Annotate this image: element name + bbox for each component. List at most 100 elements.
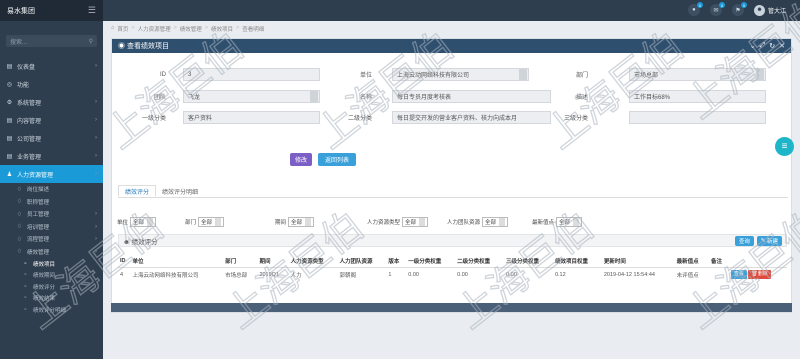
chevron-down-icon[interactable] — [756, 69, 764, 80]
sidebar-item[interactable]: ▫ 绩效期间 — [0, 270, 103, 282]
create-button[interactable]: ✎ 新建 — [756, 235, 782, 246]
sidebar-item[interactable]: ▤ 业务管理 › — [0, 147, 103, 165]
table-cell: 郭朝阁 — [339, 272, 357, 279]
refresh-icon[interactable]: ↻ — [769, 42, 775, 50]
user-menu[interactable]: ☻ 管大江 — [753, 4, 786, 16]
sidebar-item-label: 培训管理 — [27, 224, 50, 231]
filter-label: 最新值点 — [532, 220, 555, 226]
sidebar-item-label: 流程管理 — [27, 237, 50, 244]
sidebar-item[interactable]: ⚙ 系统管理 › — [0, 93, 103, 111]
sidebar-item-label: 绩效结果 — [33, 296, 56, 303]
delete-button[interactable]: 🗑删除 — [748, 270, 771, 280]
filter-select[interactable]: 全部 — [556, 217, 583, 227]
field-unit: 单位 上海云动网络科技有限公司 — [340, 68, 529, 81]
task-icon[interactable]: ⚑ 0 — [731, 2, 747, 16]
breadcrumb-item[interactable]: 绩效项目 — [211, 25, 233, 33]
edit-button[interactable]: 修改 — [290, 153, 312, 166]
chevron-down-icon[interactable] — [419, 218, 426, 226]
nav-icon: ♢ — [16, 199, 23, 206]
sidebar-item-label: 系统管理 — [17, 100, 42, 107]
sidebar-item[interactable]: ▫ 绩效结果 — [0, 293, 103, 305]
field-team: 团队 飞龙 — [120, 90, 320, 103]
cat1-field: 客户资料 — [183, 111, 320, 124]
sidebar-item[interactable]: ♢ 绩效管理 › — [0, 246, 103, 259]
back-to-list-button[interactable]: 返回列表 — [318, 153, 356, 166]
filter-select[interactable]: 全部 — [402, 217, 429, 227]
nav-icon: ♢ — [16, 249, 23, 256]
filter-select[interactable]: 全部 — [130, 217, 157, 227]
sidebar-item[interactable]: ♢ 培训管理 › — [0, 221, 103, 234]
collapse-icon[interactable]: ⌄ — [750, 42, 756, 50]
message-icon[interactable]: ✉ 0 — [709, 2, 725, 16]
nav-icon: ⚙ — [6, 99, 13, 106]
sidebar-item[interactable]: ♟ 人力资源管理 › — [0, 165, 103, 183]
nav-icon: ▫ — [24, 260, 27, 267]
filter: 单位 全部 — [117, 217, 157, 227]
sidebar-item-label: 绩效评分明细 — [33, 307, 67, 314]
sidebar-item[interactable]: ▤ 内容管理 › — [0, 111, 103, 129]
table-cell: 2019-04-12 15:54:44 — [603, 271, 655, 278]
chevron-down-icon[interactable] — [215, 218, 222, 226]
chevron-down-icon[interactable] — [573, 218, 580, 226]
close-icon[interactable]: ✕ — [779, 42, 785, 50]
chevron-down-icon[interactable] — [305, 218, 312, 226]
sidebar-item[interactable]: ▫ 绩效评分 — [0, 281, 103, 293]
chevron-down-icon[interactable] — [499, 218, 506, 226]
sidebar-item[interactable]: ▤ 仪表盘 › — [0, 57, 103, 75]
notification-icon[interactable]: ● 0 — [687, 2, 703, 16]
nav-icon: ♟ — [6, 171, 13, 178]
filter-select[interactable]: 全部 — [482, 217, 509, 227]
home-icon[interactable]: ⌂ — [111, 25, 114, 33]
field-label: 团队 — [153, 95, 166, 101]
sidebar-item[interactable]: ▫ 绩效评分明细 — [0, 304, 103, 316]
filter: 人力团队资源 全部 — [447, 217, 509, 227]
column-header: 最新值点 — [674, 255, 710, 268]
cat2-field: 每日提交开发的营业客户资料、核力向成本月 — [392, 111, 551, 124]
sidebar-item[interactable]: ▫ 绩效项目 — [0, 258, 103, 270]
sidebar-search[interactable]: 搜索... ⚲ — [6, 35, 97, 47]
brand-bar: 易水集团 ☰ — [0, 0, 103, 21]
chevron-down-icon[interactable] — [147, 218, 154, 226]
view-button[interactable]: 查看 — [730, 270, 747, 280]
sidebar-item[interactable]: ♢ 员工管理 › — [0, 208, 103, 221]
menu-toggle-icon[interactable]: ☰ — [88, 5, 96, 16]
table-cell: 市场总部 — [225, 272, 248, 279]
filter-select[interactable]: 全部 — [288, 217, 315, 227]
filter-select[interactable]: 全部 — [198, 217, 225, 227]
search-icon[interactable]: ⚲ — [89, 38, 93, 45]
sidebar-item[interactable]: ▤ 公司管理 › — [0, 129, 103, 147]
breadcrumb-item[interactable]: 首页 — [117, 25, 128, 33]
column-header: 部门 — [223, 255, 258, 268]
floating-menu-button[interactable]: ≡ — [775, 137, 794, 156]
filter: 最新值点 全部 — [532, 217, 583, 227]
sidebar-item-label: 功能 — [17, 82, 30, 89]
chevron-down-icon[interactable] — [310, 91, 318, 102]
breadcrumb-item[interactable]: 人力资源管理 — [138, 25, 171, 33]
sidebar-item[interactable]: ♢ 流程管理 › — [0, 233, 103, 246]
tab-score-details[interactable]: 绩效评分明细 — [156, 185, 204, 197]
tab-scores[interactable]: 绩效评分 — [118, 185, 157, 197]
unit-select[interactable]: 上海云动网络科技有限公司 — [392, 68, 529, 81]
chevron-down-icon[interactable] — [519, 69, 527, 80]
sidebar-item[interactable]: ♢ 职称管理 — [0, 196, 103, 209]
search-input[interactable]: 搜索... — [10, 37, 27, 46]
filter: 部门 全部 — [185, 217, 225, 227]
dept-select[interactable]: 市场总部 — [629, 68, 766, 81]
user-name: 管大江 — [767, 8, 786, 15]
top-header: ● 0 ✉ 0 ⚑ 0 ☻ 管大江 — [103, 0, 800, 21]
table-cell: 人力 — [290, 272, 302, 279]
nav-icon: ▫ — [24, 272, 27, 279]
breadcrumb-item[interactable]: 绩效管理 — [180, 25, 202, 33]
table-cell: 0.00 — [457, 271, 468, 278]
query-button[interactable]: 查询 — [734, 235, 754, 246]
column-header: 更新时间 — [601, 255, 675, 268]
detail-tabs: 绩效评分 绩效评分明细 — [118, 185, 788, 198]
view-icon: ◉ — [118, 43, 125, 50]
field-label: 一级分类 — [141, 116, 166, 122]
column-header: 一级分类权重 — [406, 255, 456, 268]
team-select[interactable]: 飞龙 — [183, 90, 320, 103]
panel-title: 查看绩效项目 — [126, 43, 169, 50]
expand-icon[interactable]: ⤢ — [760, 42, 766, 50]
sidebar-item[interactable]: ♢ 岗位描述 — [0, 183, 103, 196]
sidebar-item[interactable]: ◎ 功能 — [0, 75, 103, 93]
